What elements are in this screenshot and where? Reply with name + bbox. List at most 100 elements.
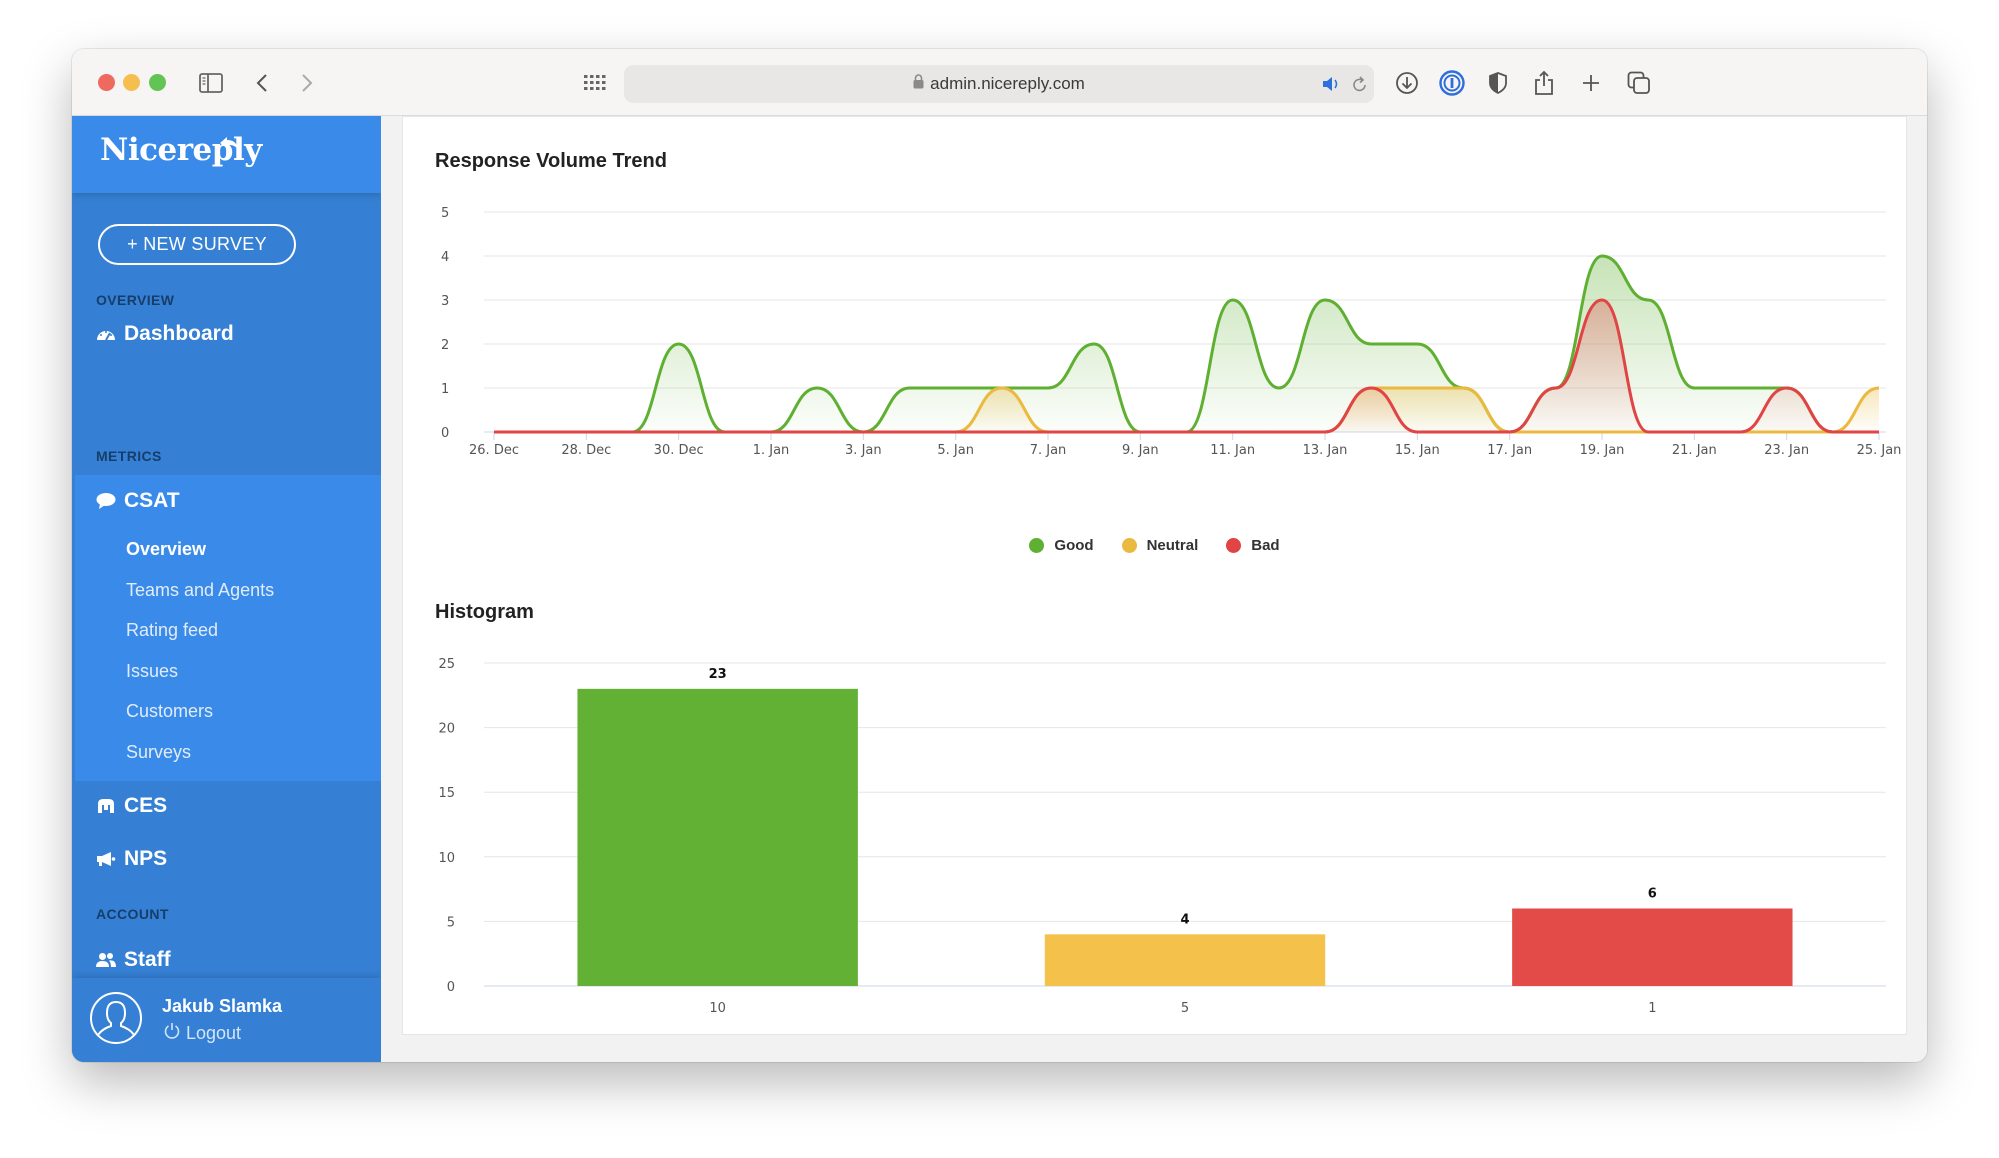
zoom-window-button[interactable] — [149, 74, 166, 91]
logout-link[interactable]: Logout — [164, 1022, 241, 1044]
ces-handshake-icon — [96, 796, 116, 816]
x-tick-label: 19. Jan — [1580, 443, 1625, 458]
sidebar-subitem-surveys[interactable]: Surveys — [126, 742, 191, 763]
forward-icon[interactable] — [298, 69, 316, 97]
lock-icon — [913, 74, 924, 94]
tabs-overview-icon[interactable] — [1627, 69, 1651, 97]
y-tick-label: 0 — [447, 980, 455, 995]
x-tick-label: 26. Dec — [469, 443, 519, 458]
x-tick-label: 15. Jan — [1395, 443, 1440, 458]
response-volume-trend-chart: 0 1 2 3 4 5 26. Dec 28. Dec 30. Dec 1. Jan 3. Jan 5… — [441, 206, 1901, 458]
sidebar-item-csat[interactable]: CSAT — [96, 489, 180, 513]
sidebar-subitem-teams-and-agents[interactable]: Teams and Agents — [126, 580, 274, 601]
tab-grid-icon[interactable] — [583, 69, 607, 97]
new-survey-button[interactable]: + NEW SURVEY — [98, 224, 296, 265]
x-tick-label: 10 — [709, 1001, 726, 1016]
y-tick-label: 1 — [441, 382, 449, 397]
y-tick-label: 3 — [441, 294, 449, 309]
sidebar-subitem-overview[interactable]: Overview — [126, 539, 206, 560]
legend-item-bad[interactable]: Bad — [1226, 537, 1280, 554]
sidebar-item-label: CES — [124, 794, 168, 817]
x-tick-label: 23. Jan — [1764, 443, 1809, 458]
y-tick-label: 5 — [447, 915, 455, 930]
csat-overview-card: Response Volume Trend 0 1 2 3 4 5 26. Dec 28. D… — [402, 116, 1907, 1035]
reload-icon[interactable] — [1351, 74, 1369, 99]
address-bar[interactable]: admin.nicereply.com — [624, 65, 1374, 103]
y-tick-label: 0 — [441, 426, 449, 441]
bar-data-label: 23 — [709, 667, 727, 682]
section-label-account: ACCOUNT — [96, 906, 169, 922]
histogram-bar — [1044, 934, 1326, 986]
close-window-button[interactable] — [98, 74, 115, 91]
x-tick-label: 1. Jan — [753, 443, 790, 458]
speaker-icon[interactable] — [1322, 75, 1342, 98]
legend-dot-neutral — [1121, 538, 1137, 553]
x-tick-label: 28. Dec — [561, 443, 611, 458]
x-tick-label: 30. Dec — [654, 443, 704, 458]
x-tick-label: 17. Jan — [1487, 443, 1532, 458]
download-icon[interactable] — [1394, 69, 1420, 97]
nicereply-logo[interactable]: Nicereply — [100, 132, 262, 168]
back-icon[interactable] — [253, 69, 271, 97]
x-tick-label: 7. Jan — [1030, 443, 1067, 458]
url-text: admin.nicereply.com — [930, 74, 1085, 93]
sidebar-item-nps[interactable]: NPS — [96, 847, 167, 871]
power-icon — [164, 1022, 180, 1044]
legend-item-neutral[interactable]: Neutral — [1121, 537, 1198, 554]
histogram-bar — [1512, 908, 1793, 986]
sidebar-item-label: Staff — [124, 948, 171, 971]
avatar[interactable] — [90, 992, 142, 1044]
section-label-overview: OVERVIEW — [96, 292, 175, 308]
sidebar-item-ces[interactable]: CES — [96, 794, 167, 818]
sidebar-item-label: NPS — [124, 847, 168, 870]
sidebar-item-label: CSAT — [124, 489, 180, 512]
x-tick-label: 1 — [1648, 1001, 1656, 1016]
minimize-window-button[interactable] — [123, 74, 140, 91]
x-tick-label: 9. Jan — [1122, 443, 1159, 458]
password-manager-icon[interactable] — [1439, 69, 1465, 97]
user-footer: Jakub Slamka Logout — [72, 978, 381, 1062]
dashboard-gauge-icon — [96, 324, 116, 344]
histogram-chart: 0 5 10 15 20 25 23 10 4 5 6 1 — [438, 657, 1886, 1016]
sidebar-item-dashboard[interactable]: Dashboard — [96, 322, 234, 346]
bar-data-label: 6 — [1648, 886, 1657, 901]
y-tick-label: 20 — [438, 722, 455, 737]
section-label-metrics: METRICS — [96, 448, 162, 464]
legend-item-good[interactable]: Good — [1029, 537, 1094, 554]
x-tick-label: 11. Jan — [1210, 443, 1255, 458]
sidebar-subitem-customers[interactable]: Customers — [126, 701, 213, 722]
legend-dot-good — [1029, 538, 1045, 553]
sidebar-subitem-rating-feed[interactable]: Rating feed — [126, 620, 218, 641]
sidebar: Nicereply + NEW SURVEY OVERVIEW Dashboar… — [72, 116, 381, 1062]
speech-bubble-icon — [96, 491, 116, 511]
legend-dot-bad — [1226, 538, 1242, 553]
megaphone-icon — [96, 849, 116, 869]
csat-group: CSAT Overview Teams and Agents Rating fe… — [75, 475, 381, 781]
sidebar-subitem-issues[interactable]: Issues — [126, 661, 178, 682]
x-tick-label: 21. Jan — [1672, 443, 1717, 458]
main-content: Response Volume Trend 0 1 2 3 4 5 26. Dec 28. D… — [381, 116, 1927, 1062]
user-name: Jakub Slamka — [162, 996, 283, 1016]
x-tick-label: 5. Jan — [937, 443, 974, 458]
trend-legend: Good Neutral Bad — [403, 537, 1906, 554]
y-tick-label: 4 — [441, 250, 449, 265]
x-tick-label: 5 — [1181, 1001, 1189, 1016]
sidebar-item-label: Dashboard — [124, 322, 234, 345]
bar-data-label: 4 — [1180, 912, 1189, 927]
y-tick-label: 10 — [438, 851, 455, 866]
x-tick-label: 13. Jan — [1303, 443, 1348, 458]
new-tab-icon[interactable] — [1580, 69, 1602, 97]
browser-toolbar: admin.nicereply.com — [72, 49, 1927, 116]
y-tick-label: 15 — [438, 786, 455, 801]
reply-arrow-icon — [218, 124, 240, 160]
y-tick-label: 25 — [438, 657, 455, 672]
sidebar-item-staff[interactable]: Staff — [96, 948, 171, 972]
y-tick-label: 5 — [441, 206, 449, 221]
shield-icon[interactable] — [1487, 69, 1509, 97]
y-tick-label: 2 — [441, 338, 449, 353]
histogram-bar — [577, 688, 858, 986]
browser-window: admin.nicereply.com Nicereply + NEW SURV… — [72, 49, 1927, 1062]
users-icon — [96, 950, 116, 970]
share-icon[interactable] — [1533, 69, 1555, 97]
sidebar-toggle-icon[interactable] — [198, 69, 224, 97]
